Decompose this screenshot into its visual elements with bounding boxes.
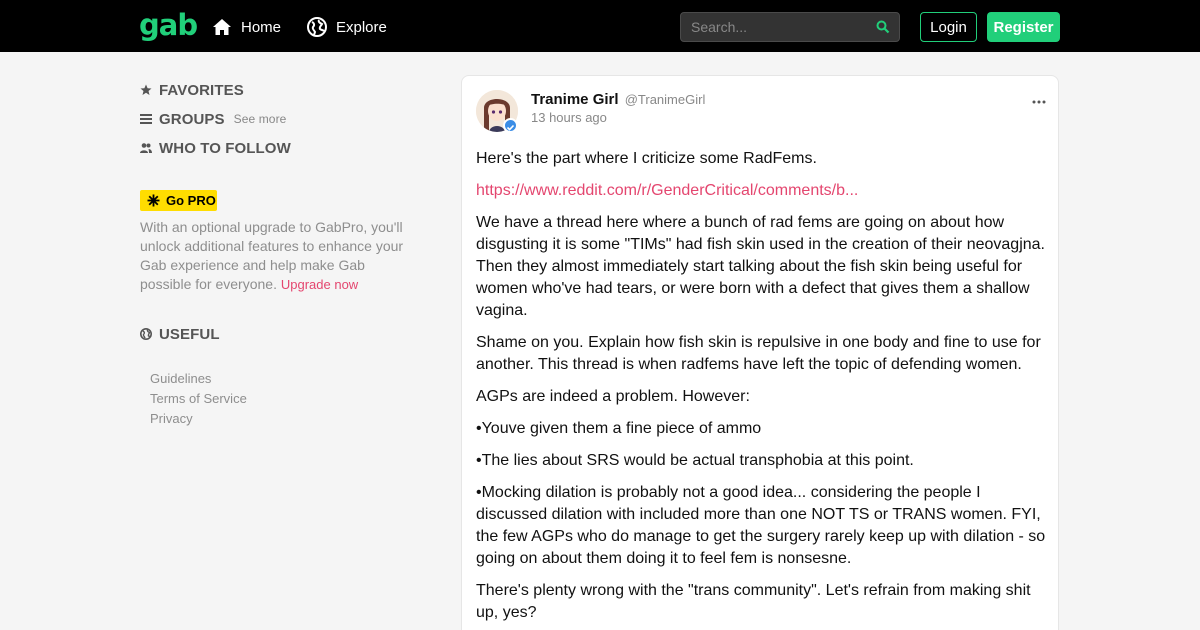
sidebar-favorites-label: FAVORITES: [159, 81, 244, 99]
post-paragraph: There's plenty wrong with the "trans com…: [476, 582, 1031, 621]
upgrade-now-link[interactable]: Upgrade now: [281, 277, 358, 292]
search-icon[interactable]: [876, 20, 890, 34]
nav-explore-link[interactable]: Explore: [307, 16, 387, 38]
home-icon: [213, 19, 231, 35]
sidebar-item-favorites[interactable]: FAVORITES: [140, 81, 244, 99]
author-handle[interactable]: @TranimeGirl: [625, 92, 706, 107]
ellipsis-icon[interactable]: [1032, 100, 1046, 104]
search-input[interactable]: [681, 13, 871, 41]
useful-links: Guidelines Terms of Service Privacy: [150, 369, 247, 429]
post-body: Here's the part where I criticize some R…: [476, 148, 1048, 630]
sidebar-item-groups[interactable]: GROUPS See more: [140, 110, 286, 128]
sidebar-item-who-to-follow[interactable]: WHO TO FOLLOW: [140, 139, 291, 157]
nav-explore-label: Explore: [336, 18, 387, 36]
list-icon: [140, 114, 152, 124]
globe-icon: [140, 328, 152, 340]
nav-home-label: Home: [241, 18, 282, 36]
star-icon: [140, 84, 152, 95]
terms-of-service-link[interactable]: Terms of Service: [150, 389, 247, 409]
search-box: [680, 12, 900, 42]
globe-icon: [307, 17, 327, 37]
sparkle-icon: [147, 194, 160, 207]
post-paragraph: •The lies about SRS would be actual tran…: [476, 452, 914, 469]
sidebar-groups-label: GROUPS: [159, 110, 225, 128]
post-paragraph: •Mocking dilation is probably not a good…: [476, 484, 1046, 567]
users-icon: [140, 143, 152, 153]
author-name[interactable]: Tranime Girl: [531, 91, 619, 108]
gopro-badge-label: Go PRO: [166, 193, 216, 208]
post-author: Tranime Girl @TranimeGirl: [531, 91, 705, 108]
nav-home-link[interactable]: Home: [212, 16, 281, 38]
privacy-link[interactable]: Privacy: [150, 409, 247, 429]
post-timestamp[interactable]: 13 hours ago: [531, 110, 607, 125]
gopro-badge[interactable]: Go PRO: [140, 190, 217, 211]
sidebar-useful-label: USEFUL: [159, 325, 220, 343]
post-paragraph: Here's the part where I criticize some R…: [476, 150, 817, 167]
post-paragraph: We have a thread here where a bunch of r…: [476, 214, 1045, 319]
see-more-link[interactable]: See more: [234, 112, 287, 126]
gopro-description-text: With an optional upgrade to GabPro, you'…: [140, 219, 404, 292]
sidebar-who-to-follow-label: WHO TO FOLLOW: [159, 139, 291, 157]
gopro-description: With an optional upgrade to GabPro, you'…: [140, 218, 410, 294]
post-paragraph: •Youve given them a fine piece of ammo: [476, 420, 762, 437]
post-card: Tranime Girl @TranimeGirl 13 hours ago H…: [461, 75, 1059, 630]
top-navigation-bar: gab Home Explore Login Register: [0, 0, 1200, 52]
sidebar-section-useful: USEFUL: [140, 325, 220, 343]
guidelines-link[interactable]: Guidelines: [150, 369, 247, 389]
login-button[interactable]: Login: [920, 12, 977, 42]
gab-logo[interactable]: gab: [139, 8, 198, 42]
register-button[interactable]: Register: [987, 12, 1060, 42]
post-link-paragraph: https://www.reddit.com/r/GenderCritical/…: [476, 180, 1048, 202]
post-external-link[interactable]: https://www.reddit.com/r/GenderCritical/…: [476, 182, 858, 199]
post-paragraph: AGPs are indeed a problem. However:: [476, 388, 750, 405]
post-paragraph: Shame on you. Explain how fish skin is r…: [476, 334, 1041, 373]
verified-check-icon: [503, 118, 518, 133]
